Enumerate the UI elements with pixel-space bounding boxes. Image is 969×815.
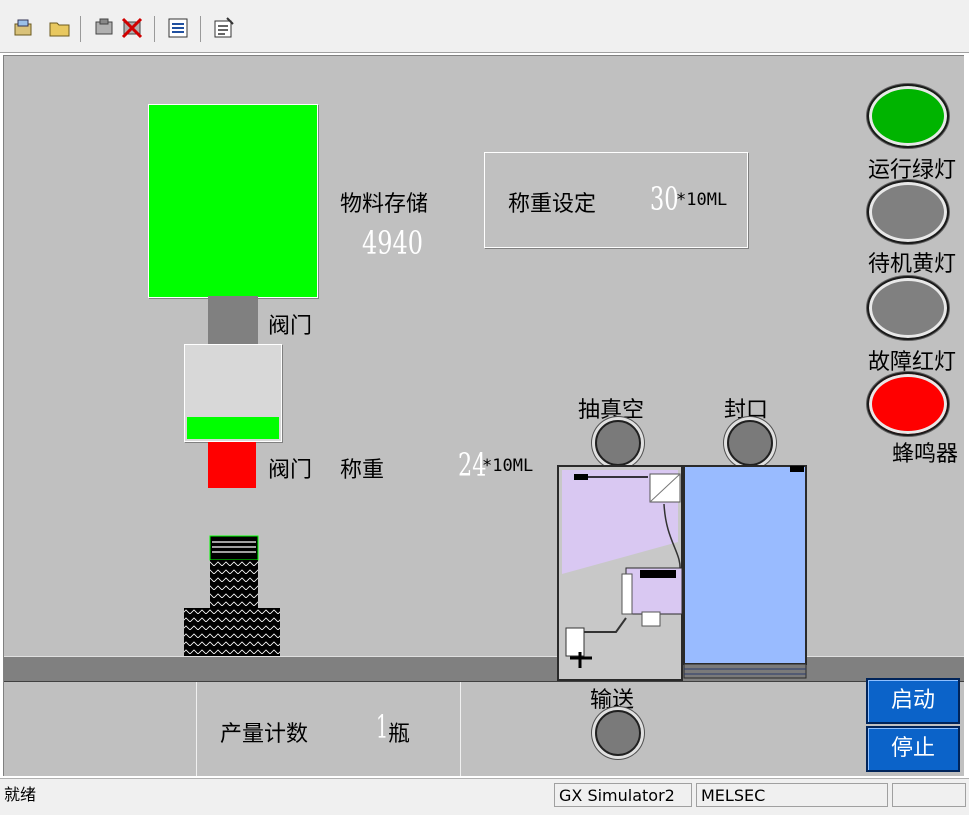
weight-setting-unit: *10ML [676,190,728,210]
top-valve-label: 阀门 [268,314,313,339]
weight-setting-value[interactable]: 30 [650,180,679,218]
weigh-unit: *10ML [482,456,534,476]
bottom-valve-label: 阀门 [268,458,313,483]
conveyor-indicator[interactable] [595,710,641,756]
conveyor-label: 输送 [590,688,635,713]
production-panel-divider-right [460,682,461,776]
vacuum-label: 抽真空 [578,398,645,423]
bottle-graphic [184,535,280,658]
status-melsec: MELSEC [696,783,888,807]
production-panel-divider-left [196,682,197,776]
material-storage-tank [148,104,318,298]
stop-button[interactable]: 停止 [866,726,960,772]
buzzer-label: 蜂鸣器 [892,442,959,467]
weigh-hopper-level [187,417,279,439]
status-grip[interactable] [892,783,966,807]
weigh-label: 称重 [340,458,385,483]
packaging-machine [557,465,807,681]
toolbar-separator [200,16,201,42]
production-value: 1 [376,708,389,746]
conveyor-belt [4,656,964,682]
start-button[interactable]: 启动 [866,678,960,724]
production-unit: 瓶 [388,722,411,747]
disconnect-icon[interactable] [120,16,144,40]
list-icon[interactable] [166,16,190,40]
vacuum-indicator[interactable] [595,420,641,466]
standby-yellow-lamp [867,180,949,244]
status-ready: 就绪 [4,785,37,804]
top-valve [208,296,258,344]
folder-icon[interactable] [48,16,72,40]
seal-indicator[interactable] [727,420,773,466]
storage-value: 4940 [362,224,424,262]
toolbar [0,0,969,53]
storage-label: 物料存储 [340,192,429,217]
bottom-valve [208,442,256,488]
telephone-icon[interactable] [92,16,116,40]
status-bar: 就绪 GX Simulator2 MELSEC [0,778,969,815]
open-icon[interactable] [12,16,36,40]
hmi-canvas: 阀门 物料存储 4940 阀门 称重 24 *10ML 称重设定 30 *10M… [3,55,964,776]
production-label: 产量计数 [220,722,309,747]
buzzer-lamp [867,372,949,436]
weigh-hopper [184,344,282,442]
seal-label: 封口 [724,398,769,423]
standby-yellow-label: 待机黄灯 [868,252,957,277]
status-simulator: GX Simulator2 [554,783,692,807]
fault-red-lamp [867,276,949,340]
toolbar-separator [154,16,155,42]
properties-icon[interactable] [212,16,236,40]
weight-setting-label: 称重设定 [508,192,597,217]
run-green-lamp [867,84,949,148]
toolbar-separator [80,16,81,42]
